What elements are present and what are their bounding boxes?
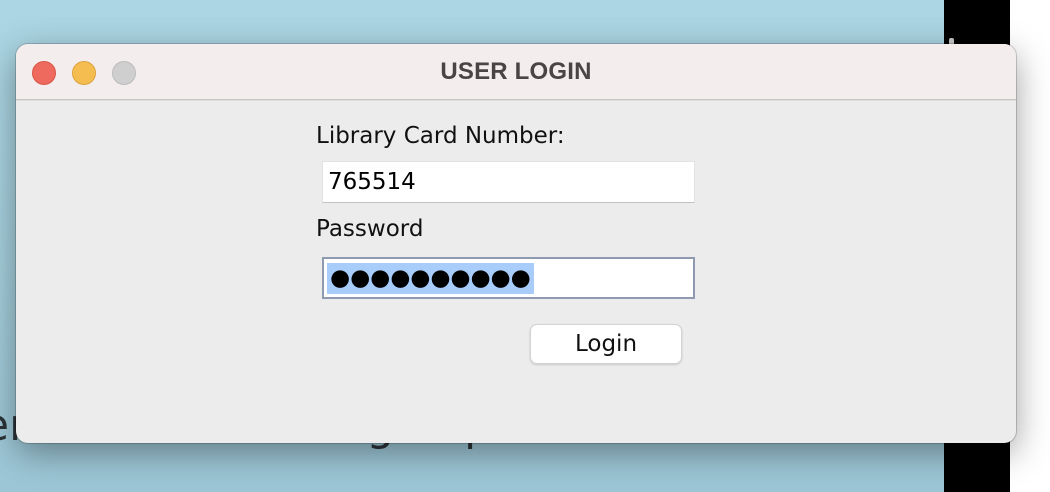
card-number-label: Library Card Number: <box>316 123 565 149</box>
card-number-value: 765514 <box>328 169 416 195</box>
password-label: Password <box>316 216 424 242</box>
login-button[interactable]: Login <box>530 324 682 364</box>
window-title: USER LOGIN <box>440 58 592 85</box>
card-number-field[interactable]: 765514 <box>322 161 695 203</box>
login-window: USER LOGIN Library Card Number: 765514 P… <box>16 44 1016 443</box>
title-divider <box>16 100 1016 101</box>
title-bar[interactable]: USER LOGIN <box>16 44 1016 100</box>
password-field[interactable]: ●●●●●●●●●● <box>322 257 695 299</box>
password-selected-text: ●●●●●●●●●● <box>327 263 534 294</box>
background-light-strip <box>1010 0 1050 492</box>
